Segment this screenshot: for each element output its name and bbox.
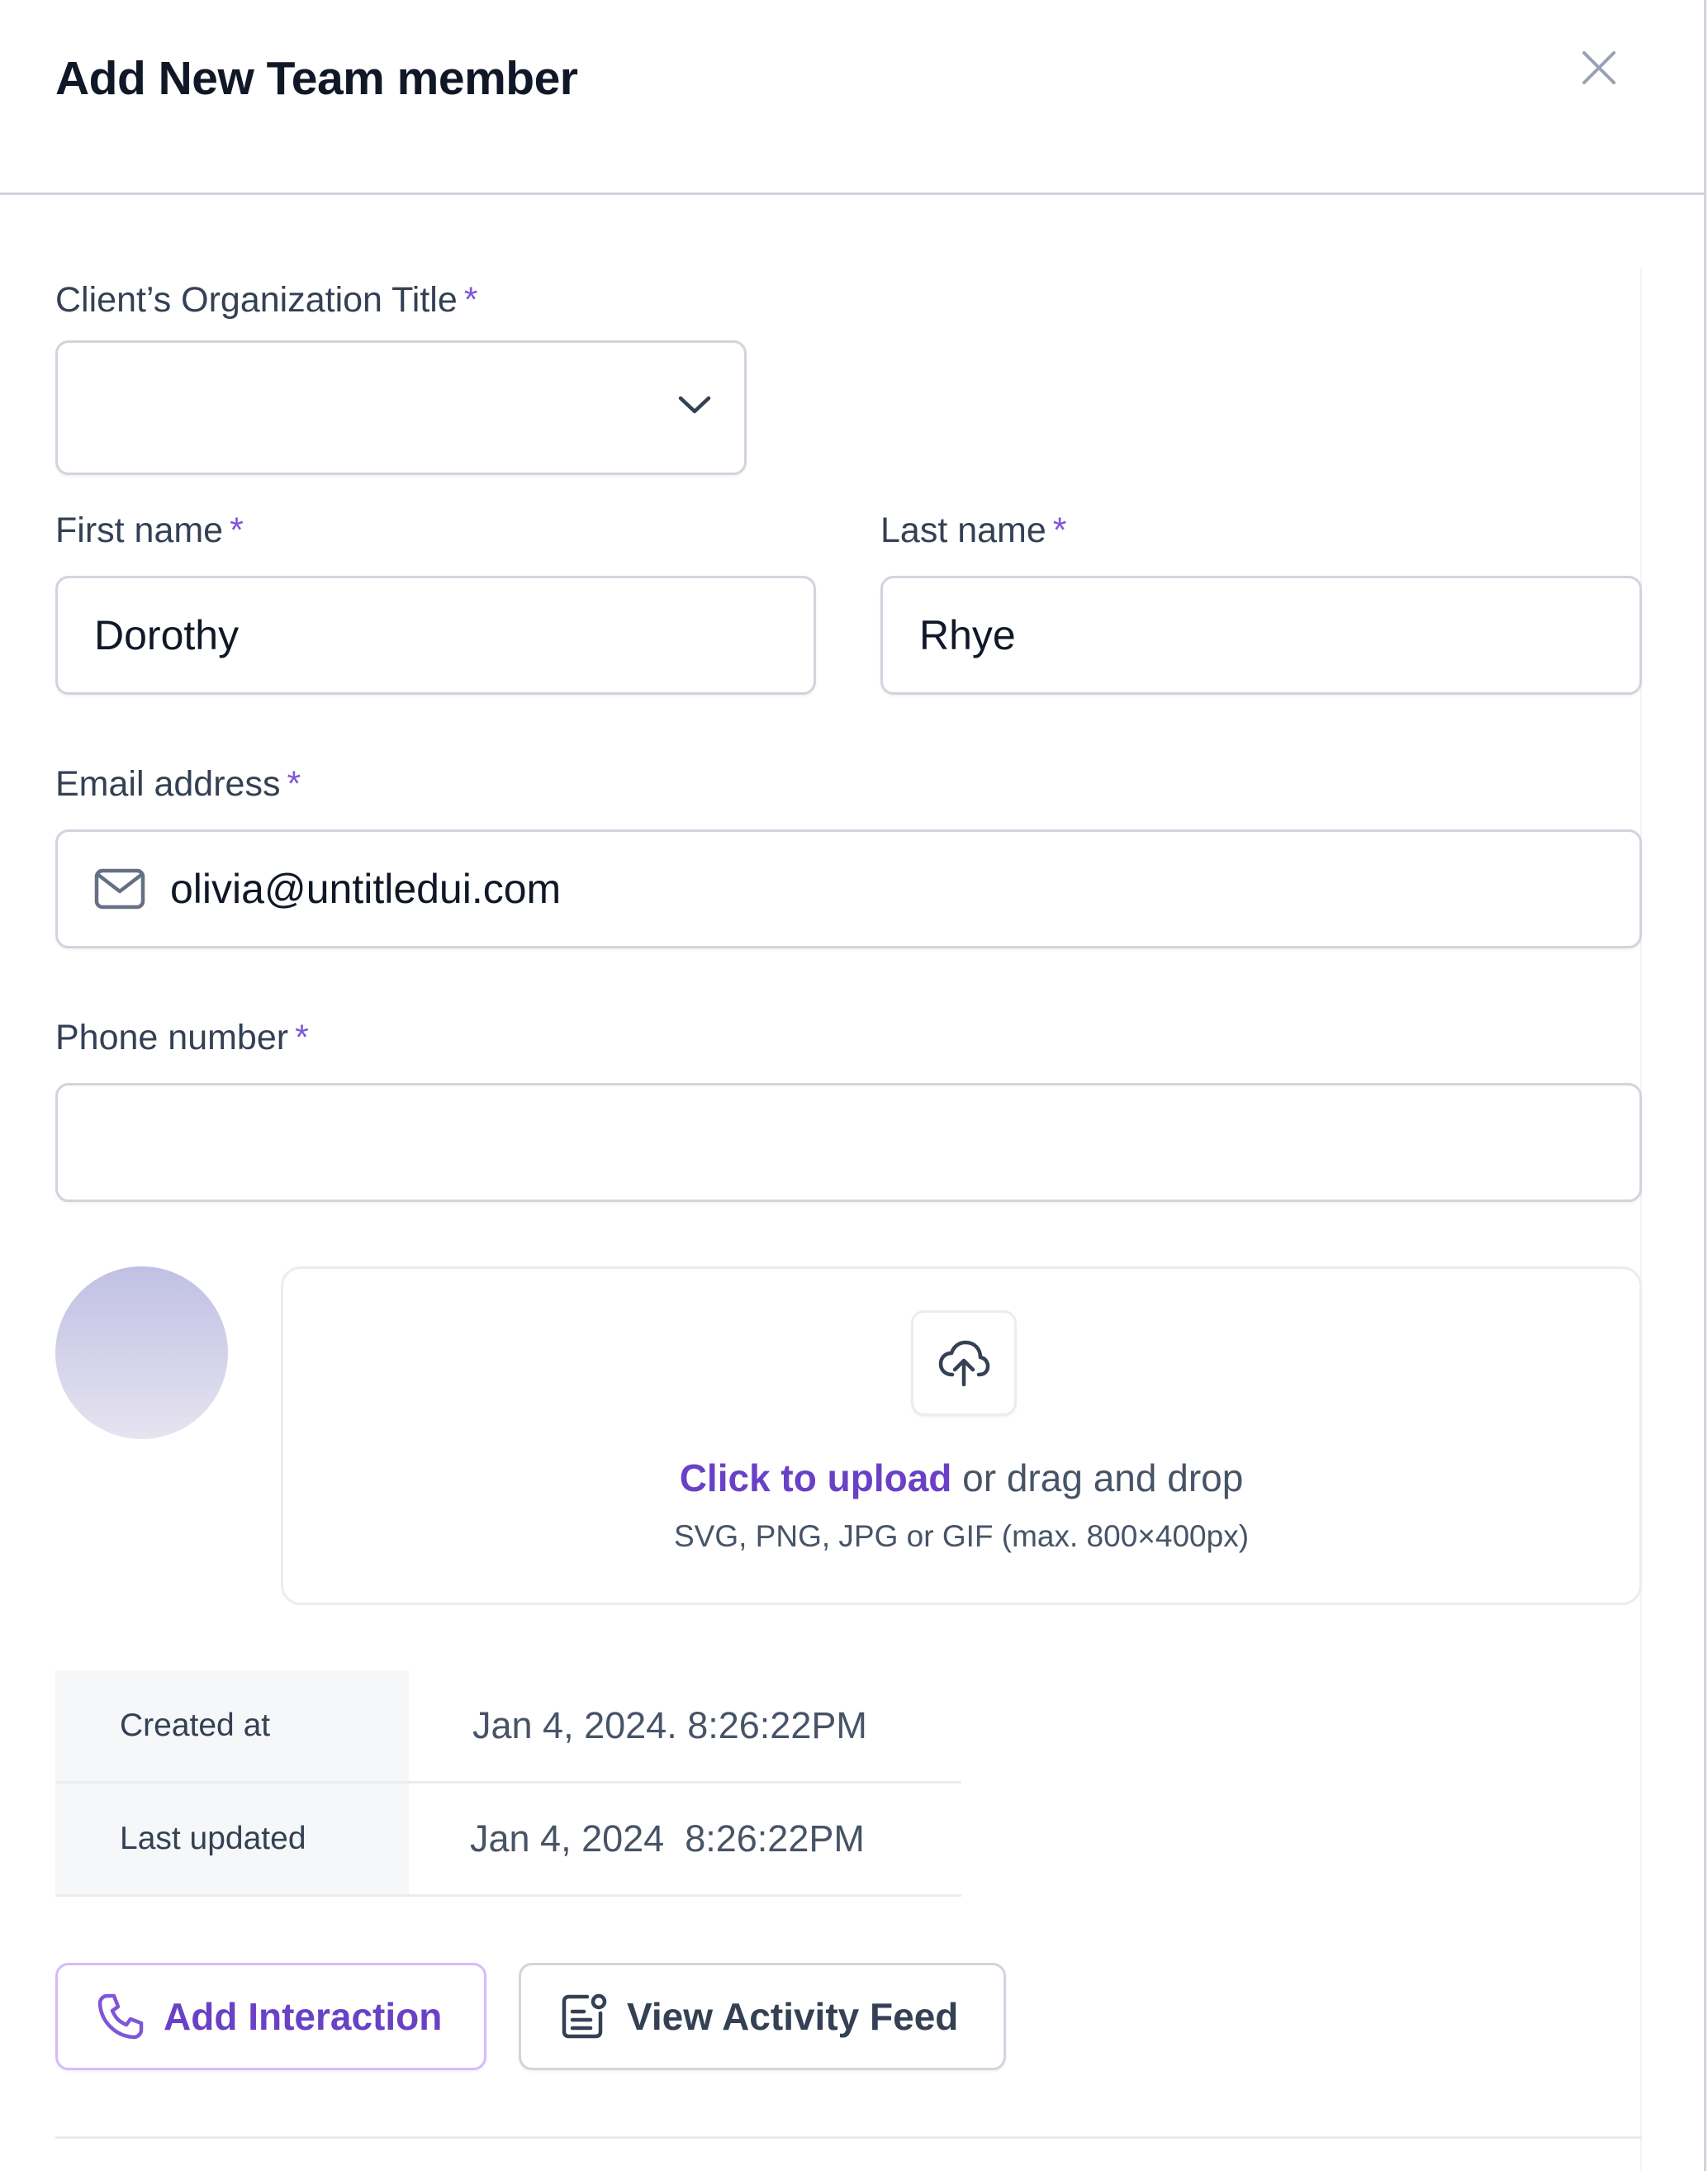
- first-name-label: First name *: [55, 511, 244, 550]
- organization-select[interactable]: [55, 340, 747, 475]
- avatar: [55, 1266, 228, 1439]
- modal-body: Client’s Organization Title * First name *…: [0, 197, 1706, 2171]
- organization-label: Client’s Organization Title *: [55, 280, 478, 320]
- last-name-label: Last name *: [880, 511, 1067, 550]
- view-activity-feed-label: View Activity Feed: [627, 1995, 959, 2038]
- last-updated-row: Last updated Jan 4, 2024 8:26:22PM: [55, 1784, 961, 1897]
- phone-label: Phone number *: [55, 1018, 309, 1057]
- phone-icon: [97, 1993, 144, 2040]
- close-icon: [1582, 51, 1615, 84]
- last-name-input[interactable]: Rhye: [880, 576, 1642, 695]
- add-team-member-panel: Add New Team member Client’s Organizatio…: [0, 0, 1706, 2171]
- last-updated-value: Jan 4, 2024 8:26:22PM: [470, 1817, 865, 1860]
- activity-feed-icon: [562, 1993, 607, 2039]
- add-interaction-label: Add Interaction: [164, 1995, 443, 2038]
- modal-title: Add New Team member: [55, 52, 578, 105]
- upload-hint: SVG, PNG, JPG or GIF (max. 800×400px): [673, 1519, 1250, 1553]
- modal-header: Add New Team member: [0, 0, 1706, 195]
- upload-instructions: Click to upload or drag and drop: [283, 1456, 1639, 1500]
- footer-divider: [55, 2136, 1642, 2139]
- mail-icon: [94, 868, 145, 910]
- first-name-value: Dorothy: [94, 612, 240, 658]
- chevron-down-icon: [678, 396, 711, 414]
- upload-icon-box: [911, 1310, 1017, 1416]
- created-at-value: Jan 4, 2024. 8:26:22PM: [472, 1704, 867, 1746]
- created-at-row: Created at Jan 4, 2024. 8:26:22PM: [55, 1670, 961, 1784]
- last-updated-label: Last updated: [55, 1784, 409, 1894]
- add-interaction-button[interactable]: Add Interaction: [55, 1963, 486, 2070]
- first-name-input[interactable]: Dorothy: [55, 576, 816, 695]
- created-at-label: Created at: [55, 1670, 409, 1781]
- email-value: olivia@untitledui.com: [170, 866, 562, 912]
- upload-drag-text: or drag and drop: [951, 1456, 1244, 1499]
- email-input[interactable]: olivia@untitledui.com: [55, 829, 1642, 948]
- email-label: Email address *: [55, 764, 301, 804]
- view-activity-feed-button[interactable]: View Activity Feed: [519, 1963, 1006, 2070]
- close-button[interactable]: [1569, 38, 1629, 97]
- file-upload-dropzone[interactable]: Click to upload or drag and drop SVG, PN…: [281, 1266, 1642, 1605]
- phone-input[interactable]: [55, 1083, 1642, 1202]
- record-metadata-table: Created at Jan 4, 2024. 8:26:22PM Last u…: [55, 1670, 961, 1897]
- upload-cloud-icon: [938, 1340, 990, 1387]
- click-to-upload-link[interactable]: Click to upload: [680, 1456, 952, 1499]
- last-name-value: Rhye: [919, 612, 1016, 658]
